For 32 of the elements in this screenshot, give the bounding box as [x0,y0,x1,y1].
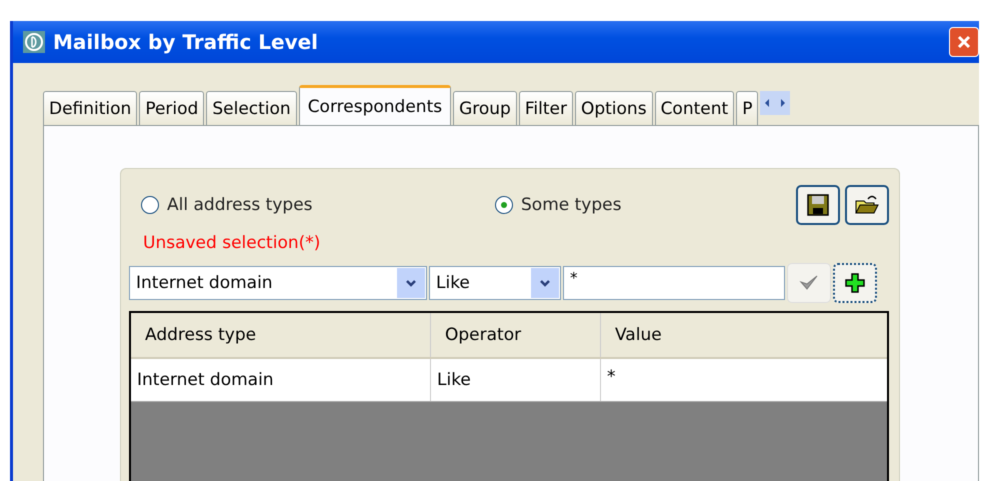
column-header[interactable]: Address type [131,313,431,357]
tab[interactable]: Correspondents [298,85,452,125]
column-header[interactable]: Operator [431,313,601,357]
radio-button[interactable]: Some types [495,195,622,215]
address-type-dropdown[interactable]: Internet domain [129,266,427,300]
close-button[interactable] [949,27,979,57]
chevron-down-icon [405,278,417,288]
column-header[interactable]: Value [601,313,887,357]
tab[interactable]: Filter [518,91,573,125]
open-button[interactable] [845,185,889,225]
value-field[interactable]: * [563,266,785,300]
close-icon [956,34,972,50]
tab[interactable]: Options [574,91,653,125]
tab[interactable]: Period [139,91,204,125]
tab[interactable]: P [736,91,758,125]
table-cell: Like [431,359,601,401]
add-button[interactable] [833,263,877,303]
tab[interactable]: Group [453,91,517,125]
chevron-down-icon [539,278,551,288]
plus-icon [844,272,866,294]
app-icon [23,31,45,53]
radio-button[interactable]: All address types [129,195,495,215]
operator-dropdown[interactable]: Like [429,266,561,300]
save-button[interactable] [796,185,840,225]
tab-scroll-buttons[interactable] [760,91,790,115]
table-cell-text: * [606,366,616,389]
status-message: Unsaved selection(*) [142,232,322,255]
tab[interactable]: Definition [43,91,138,125]
table-cell: Internet domain [131,359,431,401]
window-title: Mailbox by Traffic Level [53,30,318,54]
tab[interactable]: Content [654,91,734,125]
tab[interactable]: Selection [206,91,297,125]
